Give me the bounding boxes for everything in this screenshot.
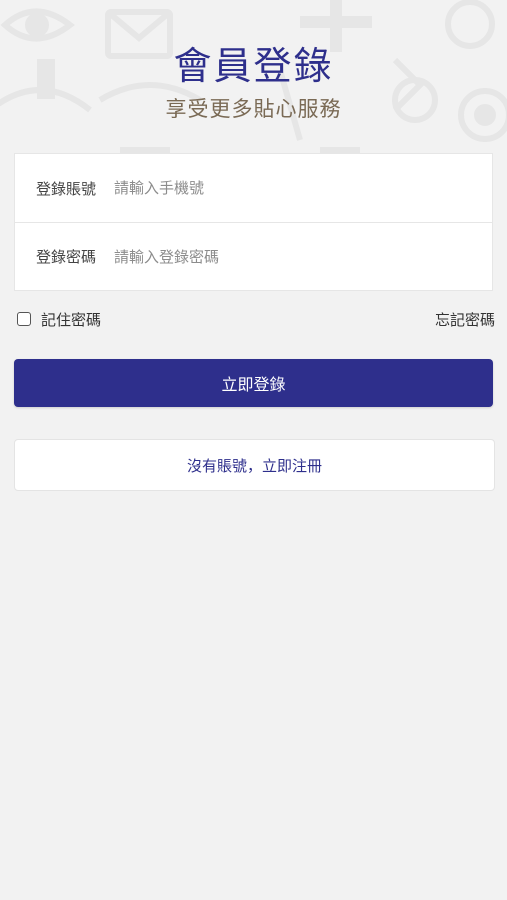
remember-checkbox[interactable] <box>17 312 31 326</box>
password-input[interactable] <box>114 247 492 266</box>
page-header: 會員登錄 享受更多貼心服務 <box>0 40 507 124</box>
login-options: 記住密碼 忘記密碼 <box>17 307 495 331</box>
login-form: 登錄賬號 登錄密碼 <box>14 153 493 291</box>
account-label: 登錄賬號 <box>36 179 97 198</box>
forgot-password-link[interactable]: 忘記密碼 <box>435 309 495 330</box>
register-button[interactable]: 沒有賬號，立即注冊 <box>14 439 495 491</box>
password-row: 登錄密碼 <box>15 222 492 290</box>
login-button[interactable]: 立即登錄 <box>14 359 493 407</box>
remember-label: 記住密碼 <box>41 310 102 329</box>
password-label: 登錄密碼 <box>36 248 97 266</box>
page-subtitle: 享受更多貼心服務 <box>165 97 342 121</box>
account-row: 登錄賬號 <box>15 154 492 222</box>
remember-password[interactable]: 記住密碼 <box>17 309 101 330</box>
page-title: 會員登錄 <box>173 44 334 88</box>
account-input[interactable] <box>114 179 492 197</box>
